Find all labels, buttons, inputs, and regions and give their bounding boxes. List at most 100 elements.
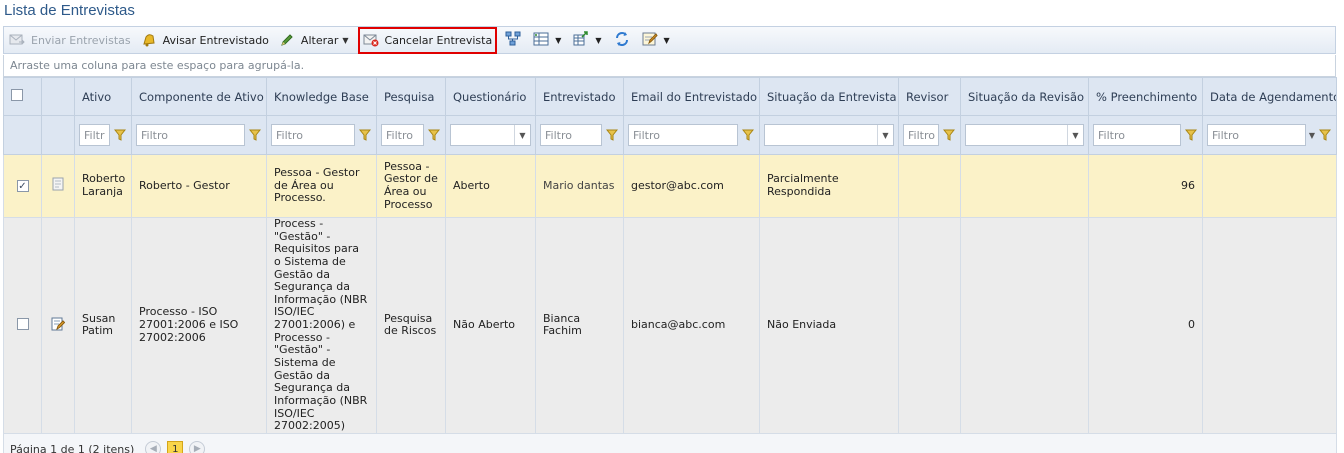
cell-entrevistado: Bianca Fachim <box>535 217 624 434</box>
filter-input-email[interactable]: Filtro <box>628 124 738 146</box>
filter-input-ativo[interactable]: Filtr <box>79 124 110 146</box>
cell-pesquisa: Pessoa - Gestor de Área ou Processo <box>376 154 446 218</box>
notify-interviewee-button[interactable]: Avisar Entrevistado <box>136 28 274 52</box>
cancel-interview-label: Cancelar Entrevista <box>384 33 493 47</box>
row-checkbox[interactable]: ✓ <box>16 180 29 193</box>
refresh-icon <box>614 31 630 50</box>
filter-input-entrevistado[interactable]: Filtro <box>540 124 602 146</box>
column-header-componente[interactable]: Componente de Ativo <box>131 77 267 116</box>
edit-form-icon <box>642 31 658 50</box>
page-number-button[interactable]: 1 <box>167 440 184 453</box>
chevron-down-icon: ▼ <box>1067 125 1083 145</box>
row-checkbox[interactable] <box>16 317 29 330</box>
chevron-down-icon: ▼ <box>342 35 349 45</box>
hierarchy-button[interactable] <box>499 28 527 52</box>
column-header-entrevistado[interactable]: Entrevistado <box>535 77 624 116</box>
cell-revisor <box>898 154 961 218</box>
filter-funnel-icon[interactable] <box>1184 128 1198 142</box>
cell-pesquisa: Pesquisa de Riscos <box>376 217 446 434</box>
filter-funnel-icon[interactable] <box>942 128 956 142</box>
filter-select-situacao-revisao[interactable]: ▼ <box>965 124 1084 146</box>
cell-questionario: Não Aberto <box>445 217 536 434</box>
next-page-button[interactable]: ▶ <box>189 441 206 453</box>
filter-funnel-icon[interactable] <box>358 128 372 142</box>
columns-dropdown-button[interactable]: ▼ <box>527 28 567 52</box>
hierarchy-icon <box>505 31 521 50</box>
page-title: Lista de Entrevistas <box>4 2 135 19</box>
filter-input-kb[interactable]: Filtro <box>271 124 355 146</box>
cell-ativo: Roberto Laranja <box>74 154 132 218</box>
cancel-mail-icon <box>363 32 379 48</box>
filter-funnel-icon[interactable] <box>741 128 755 142</box>
prev-page-button[interactable]: ◀ <box>145 441 162 453</box>
cell-agendamento <box>1202 154 1337 218</box>
filter-funnel-icon[interactable] <box>1318 128 1332 142</box>
export-icon <box>573 30 589 50</box>
filter-row: Filtr Filtro Filtro Filtro ▼ Filtro Filt… <box>3 115 1337 155</box>
edit-pencil-icon <box>279 32 295 48</box>
edit-form-dropdown-button[interactable]: ▼ <box>636 28 676 52</box>
cell-ativo: Susan Patim <box>74 217 132 434</box>
column-header-pesquisa[interactable]: Pesquisa <box>376 77 446 116</box>
cell-kb: Process - "Gestão" - Requisitos para o S… <box>266 217 377 434</box>
cell-questionario: Aberto <box>445 154 536 218</box>
group-by-panel[interactable]: Arraste uma coluna para este espaço para… <box>3 55 1336 77</box>
filter-input-revisor[interactable]: Filtro <box>903 124 939 146</box>
cancel-interview-button[interactable]: Cancelar Entrevista <box>357 26 498 54</box>
column-header-preenchimento[interactable]: % Preenchimento <box>1088 77 1203 116</box>
alter-dropdown-button[interactable]: Alterar ▼ <box>274 28 354 52</box>
select-all-cell[interactable] <box>3 77 42 116</box>
filter-input-preenchimento[interactable]: Filtro <box>1093 124 1181 146</box>
cell-revisor <box>898 217 961 434</box>
cell-situacao: Não Enviada <box>759 217 899 434</box>
column-header-email[interactable]: Email do Entrevistado <box>623 77 760 116</box>
refresh-button[interactable] <box>608 28 636 52</box>
pager: Página 1 de 1 (2 itens) ◀ 1 ▶ <box>10 440 1330 453</box>
document-edit-icon[interactable] <box>51 317 66 334</box>
table-columns-icon <box>533 32 549 49</box>
column-header-kb[interactable]: Knowledge Base <box>266 77 377 116</box>
column-header-agendamento[interactable]: Data de Agendamento <box>1202 77 1337 116</box>
filter-funnel-icon[interactable] <box>248 128 262 142</box>
chevron-down-icon: ▼ <box>514 125 530 145</box>
cell-kb: Pessoa - Gestor de Área ou Processo. <box>266 154 377 218</box>
cell-situacao: Parcialmente Respondida <box>759 154 899 218</box>
cell-situacao-revisao <box>960 217 1089 434</box>
pager-row: Página 1 de 1 (2 itens) ◀ 1 ▶ <box>3 432 1337 453</box>
table-row[interactable]: ✓ Roberto Laranja Roberto - Gestor Pesso… <box>3 154 1337 218</box>
cell-preenchimento: 96 <box>1088 154 1203 218</box>
filter-select-situacao[interactable]: ▼ <box>764 124 894 146</box>
toolbar: Enviar Entrevistas Avisar Entrevistado A… <box>3 26 1336 54</box>
filter-input-componente[interactable]: Filtro <box>136 124 245 146</box>
chevron-down-icon: ▼ <box>663 35 670 45</box>
cell-email: gestor@abc.com <box>623 154 760 218</box>
cell-entrevistado: Mario dantas <box>535 154 624 218</box>
filter-funnel-icon[interactable] <box>113 128 127 142</box>
table-row[interactable]: Susan Patim Processo - ISO 27001:2006 e … <box>3 217 1337 434</box>
filter-input-pesquisa[interactable]: Filtro <box>381 124 424 146</box>
chevron-down-icon: ▼ <box>877 125 893 145</box>
cell-situacao-revisao <box>960 154 1089 218</box>
header-row: Ativo Componente de Ativo Knowledge Base… <box>3 77 1337 116</box>
cell-preenchimento: 0 <box>1088 217 1203 434</box>
chevron-down-icon: ▼ <box>555 35 562 45</box>
column-header-revisor[interactable]: Revisor <box>898 77 961 116</box>
export-dropdown-button[interactable]: ▼ <box>567 28 607 52</box>
document-icon[interactable] <box>51 177 65 194</box>
chevron-down-icon[interactable]: ▼ <box>1309 131 1315 140</box>
filter-funnel-icon[interactable] <box>605 128 619 142</box>
bell-icon <box>141 32 157 48</box>
filter-select-questionario[interactable]: ▼ <box>450 124 531 146</box>
column-header-ativo[interactable]: Ativo <box>74 77 132 116</box>
filter-funnel-icon[interactable] <box>427 128 441 142</box>
send-mail-icon <box>9 32 25 48</box>
column-header-questionario[interactable]: Questionário <box>445 77 536 116</box>
cell-email: bianca@abc.com <box>623 217 760 434</box>
interviews-grid: Ativo Componente de Ativo Knowledge Base… <box>3 77 1337 453</box>
select-all-checkbox[interactable] <box>11 89 23 101</box>
filter-input-agendamento[interactable]: Filtro <box>1207 124 1306 146</box>
column-header-situacao-revisao[interactable]: Situação da Revisão <box>960 77 1089 116</box>
notify-interviewee-label: Avisar Entrevistado <box>162 33 269 47</box>
send-interviews-button[interactable]: Enviar Entrevistas <box>4 28 136 52</box>
column-header-situacao[interactable]: Situação da Entrevista <box>759 77 899 116</box>
